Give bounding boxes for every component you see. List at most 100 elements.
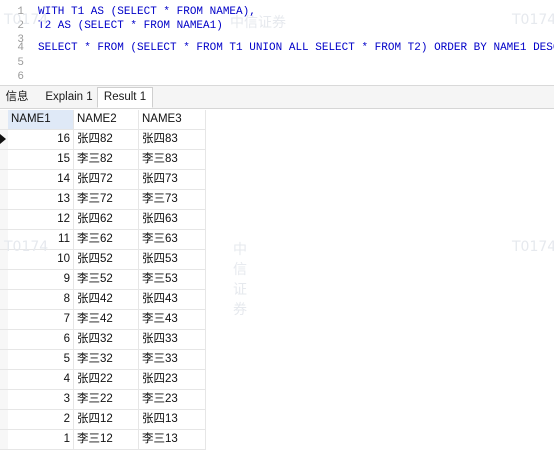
cell-name2[interactable]: 李三42 [74, 310, 139, 330]
cell-name2[interactable]: 李三12 [74, 430, 139, 450]
watermark-text: 中信证券 [230, 15, 286, 31]
column-header-name2[interactable]: NAME2 [74, 110, 139, 130]
cell-name1[interactable]: 1 [8, 430, 74, 450]
cell-name1[interactable]: 12 [8, 210, 74, 230]
cell-name2[interactable]: 张四72 [74, 170, 139, 190]
tab-result-1[interactable]: Result 1 [97, 87, 153, 108]
cell-name3[interactable]: 李三73 [139, 190, 206, 210]
cell-name1[interactable]: 8 [8, 290, 74, 310]
row-header[interactable] [0, 190, 8, 210]
cell-name1[interactable]: 7 [8, 310, 74, 330]
line-number: 4 [17, 42, 24, 54]
cell-name3[interactable]: 李三13 [139, 430, 206, 450]
sql-editor[interactable]: 1 WITH T1 AS (SELECT * FROM NAMEA), 2 T2 A… [0, 0, 554, 86]
cell-name3[interactable]: 张四13 [139, 410, 206, 430]
row-header[interactable] [0, 310, 8, 330]
cell-name1[interactable]: 5 [8, 350, 74, 370]
cell-name3[interactable]: 张四53 [139, 250, 206, 270]
table-row[interactable]: 15 李三82 李三83 [0, 150, 206, 170]
cell-name3[interactable]: 李三43 [139, 310, 206, 330]
cell-name3[interactable]: 李三53 [139, 270, 206, 290]
table-row[interactable]: 14 张四72 张四73 [0, 170, 206, 190]
result-tabs: 信息 Explain 1 Result 1 [0, 86, 554, 109]
watermark-text: T0174 [4, 12, 49, 28]
table-row[interactable]: 8 张四42 张四43 [0, 290, 206, 310]
table-row[interactable]: 4 张四22 张四23 [0, 370, 206, 390]
cell-name3[interactable]: 张四43 [139, 290, 206, 310]
code-line: 5 [0, 56, 38, 71]
table-row[interactable]: 13 李三72 李三73 [0, 190, 206, 210]
code-line: 4 SELECT * FROM (SELECT * FROM T1 UNION A… [0, 41, 554, 56]
column-header-name1[interactable]: NAME1 [8, 110, 74, 130]
cell-name3[interactable]: 张四33 [139, 330, 206, 350]
cell-name1[interactable]: 3 [8, 390, 74, 410]
tab-info[interactable]: 信息 [2, 88, 32, 107]
cell-name2[interactable]: 张四62 [74, 210, 139, 230]
table-row[interactable]: 3 李三22 李三23 [0, 390, 206, 410]
cell-name3[interactable]: 李三23 [139, 390, 206, 410]
cell-name1[interactable]: 15 [8, 150, 74, 170]
cell-name3[interactable]: 张四23 [139, 370, 206, 390]
cell-name2[interactable]: 张四22 [74, 370, 139, 390]
watermark-text: T0174 [512, 12, 554, 28]
cell-name3[interactable]: 李三33 [139, 350, 206, 370]
cell-name2[interactable]: 张四32 [74, 330, 139, 350]
table-row[interactable]: 12 张四62 张四63 [0, 210, 206, 230]
cell-name1[interactable]: 6 [8, 330, 74, 350]
row-header[interactable] [0, 410, 8, 430]
cell-name3[interactable]: 张四83 [139, 130, 206, 150]
cell-name2[interactable]: 李三22 [74, 390, 139, 410]
row-header[interactable] [0, 130, 8, 150]
row-header[interactable] [0, 270, 8, 290]
row-header[interactable] [0, 390, 8, 410]
row-header[interactable] [0, 170, 8, 190]
table-row[interactable]: 6 张四32 张四33 [0, 330, 206, 350]
cell-name2[interactable]: 张四12 [74, 410, 139, 430]
cell-name2[interactable]: 李三32 [74, 350, 139, 370]
row-header[interactable] [0, 210, 8, 230]
line-number: 5 [17, 57, 24, 69]
cell-name1[interactable]: 13 [8, 190, 74, 210]
code-line: 6 [0, 70, 38, 85]
table-row[interactable]: 7 李三42 李三43 [0, 310, 206, 330]
cell-name3[interactable]: 张四73 [139, 170, 206, 190]
row-header[interactable] [0, 430, 8, 450]
table-row[interactable]: 2 张四12 张四13 [0, 410, 206, 430]
row-header[interactable] [0, 330, 8, 350]
cell-name3[interactable]: 张四63 [139, 210, 206, 230]
current-row-icon [0, 134, 6, 144]
cell-name2[interactable]: 李三62 [74, 230, 139, 250]
cell-name1[interactable]: 9 [8, 270, 74, 290]
table-row[interactable]: 16 张四82 张四83 [0, 130, 206, 150]
column-header-name3[interactable]: NAME3 [139, 110, 206, 130]
row-header[interactable] [0, 290, 8, 310]
cell-name3[interactable]: 李三63 [139, 230, 206, 250]
table-row[interactable]: 9 李三52 李三53 [0, 270, 206, 290]
cell-name1[interactable]: 14 [8, 170, 74, 190]
cell-name2[interactable]: 张四42 [74, 290, 139, 310]
code-text: SELECT * FROM (SELECT * FROM T1 UNION AL… [38, 42, 554, 54]
watermark-text: T0174 [4, 239, 49, 255]
cell-name3[interactable]: 李三83 [139, 150, 206, 170]
cell-name2[interactable]: 张四82 [74, 130, 139, 150]
table-row[interactable]: 1 李三12 李三13 [0, 430, 206, 450]
watermark-text: 中信证券 [233, 242, 247, 318]
watermark-text: T0174 [512, 239, 554, 255]
tab-explain-1[interactable]: Explain 1 [40, 88, 98, 107]
grid-header-row: NAME1 NAME2 NAME3 [0, 110, 206, 130]
cell-name1[interactable]: 4 [8, 370, 74, 390]
code-text: WITH T1 AS (SELECT * FROM NAMEA), [38, 6, 256, 18]
row-header[interactable] [0, 350, 8, 370]
cell-name2[interactable]: 张四52 [74, 250, 139, 270]
table-row[interactable]: 5 李三32 李三33 [0, 350, 206, 370]
row-header-corner [0, 110, 8, 130]
cell-name2[interactable]: 李三72 [74, 190, 139, 210]
row-header[interactable] [0, 150, 8, 170]
row-header[interactable] [0, 370, 8, 390]
line-number: 6 [17, 71, 24, 83]
cell-name2[interactable]: 李三82 [74, 150, 139, 170]
cell-name1[interactable]: 16 [8, 130, 74, 150]
code-text: T2 AS (SELECT * FROM NAMEA1) [38, 20, 223, 32]
cell-name1[interactable]: 2 [8, 410, 74, 430]
cell-name2[interactable]: 李三52 [74, 270, 139, 290]
